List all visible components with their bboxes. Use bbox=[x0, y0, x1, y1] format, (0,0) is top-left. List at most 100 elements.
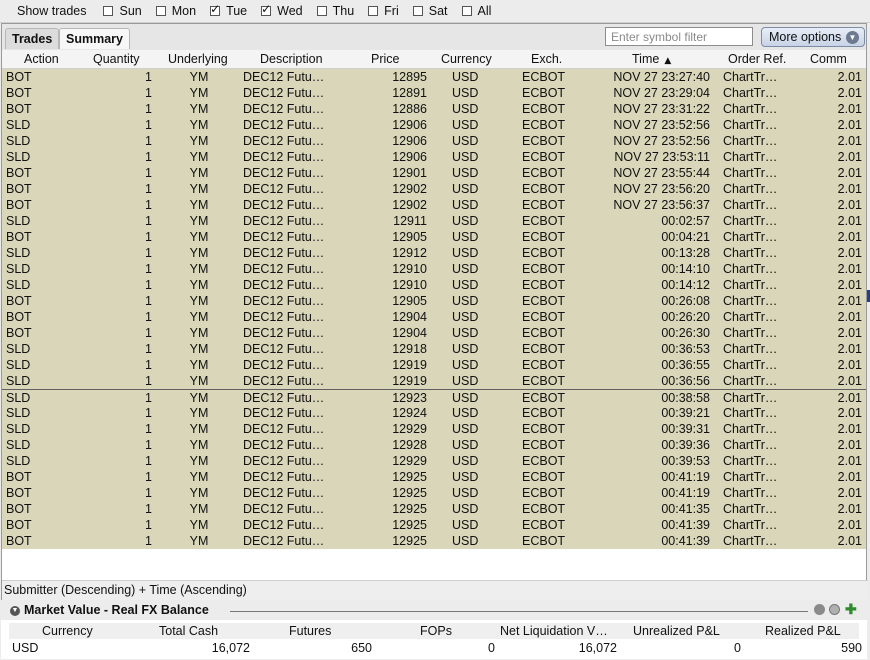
column-header-price[interactable]: Price bbox=[371, 52, 399, 66]
column-header-order-ref[interactable]: Order Ref. bbox=[728, 52, 786, 66]
table-row[interactable]: BOT 1 YM DEC12 Futu… 12895 USD ECBOT NOV 27 23:… bbox=[2, 69, 866, 85]
table-row[interactable]: SLD 1 YM DEC12 Futu… 12906 USD ECBOT NOV 27 23:… bbox=[2, 117, 866, 133]
table-row[interactable]: BOT 1 YM DEC12 Futu… 12925 USD ECBOT 00:41:35 Ch… bbox=[2, 501, 866, 517]
tab-summary[interactable]: Summary bbox=[59, 28, 130, 49]
cell-cur: USD bbox=[452, 70, 479, 84]
refresh-icon[interactable] bbox=[814, 604, 825, 615]
column-header-quantity[interactable]: Quantity bbox=[93, 52, 140, 66]
day-filter-thu[interactable]: Thu bbox=[316, 4, 354, 18]
settings-icon[interactable] bbox=[829, 604, 840, 615]
table-row[interactable]: BOT 1 YM DEC12 Futu… 12925 USD ECBOT 00:41:39 Ch… bbox=[2, 533, 866, 549]
cell-time: NOV 27 23:56:37 bbox=[613, 198, 710, 212]
table-row[interactable]: SLD 1 YM DEC12 Futu… 12906 USD ECBOT NOV 27 23:… bbox=[2, 149, 866, 165]
cell-time: NOV 27 23:52:56 bbox=[613, 134, 710, 148]
cell-exch: ECBOT bbox=[522, 70, 566, 84]
cell-qty: 1 bbox=[145, 470, 152, 484]
mv-column-header[interactable]: Net Liquidation V… bbox=[500, 624, 608, 638]
mv-column-header[interactable]: Realized P&L bbox=[765, 624, 841, 638]
table-row[interactable]: SLD 1 YM DEC12 Futu… 12906 USD ECBOT NOV 27 23:… bbox=[2, 133, 866, 149]
chevron-down-icon: ▼ bbox=[846, 31, 859, 44]
cell-action: BOT bbox=[6, 470, 32, 484]
day-filter-all[interactable]: All bbox=[461, 4, 491, 18]
checkbox-all[interactable] bbox=[461, 6, 472, 16]
mv-column-header[interactable]: Futures bbox=[289, 624, 331, 638]
column-header-exch[interactable]: Exch. bbox=[531, 52, 562, 66]
table-row[interactable]: SLD 1 YM DEC12 Futu… 12919 USD ECBOT 00:36:55 Ch… bbox=[2, 357, 866, 373]
add-icon[interactable]: ✚ bbox=[845, 602, 857, 616]
cell-desc: DEC12 Futu… bbox=[243, 534, 325, 548]
cell-exch: ECBOT bbox=[522, 358, 566, 372]
cell-und: YM bbox=[189, 102, 209, 116]
table-row[interactable]: SLD 1 YM DEC12 Futu… 12910 USD ECBOT 00:14:10 Ch… bbox=[2, 261, 866, 277]
table-row[interactable]: BOT 1 YM DEC12 Futu… 12902 USD ECBOT NOV 27 23:… bbox=[2, 181, 866, 197]
day-filter-fri[interactable]: Fri bbox=[368, 4, 399, 18]
cell-exch: ECBOT bbox=[522, 454, 566, 468]
checkbox-mon[interactable] bbox=[155, 6, 166, 16]
day-filter-sun[interactable]: Sun bbox=[103, 4, 142, 18]
mv-column-header[interactable]: FOPs bbox=[420, 624, 452, 638]
cell-action: BOT bbox=[6, 102, 32, 116]
cell-qty: 1 bbox=[145, 246, 152, 260]
table-row[interactable]: BOT 1 YM DEC12 Futu… 12904 USD ECBOT 00:26:20 Ch… bbox=[2, 309, 866, 325]
cell-exch: ECBOT bbox=[522, 278, 566, 292]
cell-action: BOT bbox=[6, 198, 32, 212]
checkbox-tue[interactable] bbox=[210, 2, 220, 16]
table-row[interactable]: BOT 1 YM DEC12 Futu… 12901 USD ECBOT NOV 27 23:… bbox=[2, 165, 866, 181]
table-row[interactable]: SLD 1 YM DEC12 Futu… 12910 USD ECBOT 00:14:12 Ch… bbox=[2, 277, 866, 293]
table-row[interactable]: SLD 1 YM DEC12 Futu… 12918 USD ECBOT 00:36:53 Ch… bbox=[2, 341, 866, 357]
mv-column-header[interactable]: Unrealized P&L bbox=[633, 624, 720, 638]
column-header-label: Comm bbox=[810, 52, 847, 66]
table-row[interactable]: SLD 1 YM DEC12 Futu… 12924 USD ECBOT 00:39:21 Ch… bbox=[2, 405, 866, 421]
mv-column-header[interactable]: Currency bbox=[42, 624, 93, 638]
column-header-comm[interactable]: Comm bbox=[810, 52, 847, 66]
tab-trades[interactable]: Trades bbox=[5, 28, 60, 49]
table-row[interactable]: BOT 1 YM DEC12 Futu… 12886 USD ECBOT NOV 27 23:… bbox=[2, 101, 866, 117]
table-row[interactable]: SLD 1 YM DEC12 Futu… 12929 USD ECBOT 00:39:31 Ch… bbox=[2, 421, 866, 437]
cell-desc: DEC12 Futu… bbox=[243, 102, 325, 116]
cell-price: 12910 bbox=[392, 262, 427, 276]
table-row[interactable]: BOT 1 YM DEC12 Futu… 12905 USD ECBOT 00:04:21 Ch… bbox=[2, 229, 866, 245]
checkbox-fri[interactable] bbox=[368, 6, 379, 16]
day-filter-sat[interactable]: Sat bbox=[412, 4, 448, 18]
table-row[interactable]: BOT 1 YM DEC12 Futu… 12902 USD ECBOT NOV 27 23:… bbox=[2, 197, 866, 213]
cell-action: SLD bbox=[6, 246, 31, 260]
day-filter-wed[interactable]: Wed bbox=[261, 2, 303, 18]
sort-up-icon: ▲ bbox=[664, 56, 672, 66]
checkbox-sat[interactable] bbox=[412, 6, 423, 16]
checkbox-thu[interactable] bbox=[316, 6, 327, 16]
table-row[interactable]: BOT 1 YM DEC12 Futu… 12925 USD ECBOT 00:41:19 Ch… bbox=[2, 469, 866, 485]
table-row[interactable]: BOT 1 YM DEC12 Futu… 12925 USD ECBOT 00:41:19 Ch… bbox=[2, 485, 866, 501]
table-row[interactable]: SLD 1 YM DEC12 Futu… 12919 USD ECBOT 00:36:56 Ch… bbox=[2, 373, 866, 389]
cell-time: 00:14:12 bbox=[661, 278, 710, 292]
checkbox-sun[interactable] bbox=[103, 6, 114, 16]
table-row[interactable]: BOT 1 YM DEC12 Futu… 12891 USD ECBOT NOV 27 23:… bbox=[2, 85, 866, 101]
column-header-underlying[interactable]: Underlying bbox=[168, 52, 228, 66]
checkbox-wed[interactable] bbox=[261, 2, 271, 16]
table-row[interactable]: SLD 1 YM DEC12 Futu… 12929 USD ECBOT 00:39:53 Ch… bbox=[2, 453, 866, 469]
cell-und: YM bbox=[189, 406, 209, 420]
mv-cell: 16,072 bbox=[578, 641, 617, 655]
cell-action: SLD bbox=[6, 342, 31, 356]
mv-column-header[interactable]: Total Cash bbox=[159, 624, 218, 638]
column-header-action[interactable]: Action bbox=[24, 52, 59, 66]
symbol-filter-input[interactable] bbox=[605, 27, 753, 46]
cell-ref: ChartTr… bbox=[723, 534, 778, 548]
collapse-icon[interactable]: ▼ bbox=[10, 606, 20, 616]
column-header-description[interactable]: Description bbox=[260, 52, 323, 66]
cell-desc: DEC12 Futu… bbox=[243, 310, 325, 324]
cell-comm: 2.01 bbox=[837, 342, 862, 356]
table-row[interactable]: SLD 1 YM DEC12 Futu… 12911 USD ECBOT 00:02:57 Ch… bbox=[2, 213, 866, 229]
table-row[interactable]: SLD 1 YM DEC12 Futu… 12923 USD ECBOT 00:38:58 Ch… bbox=[2, 389, 866, 405]
table-row[interactable]: BOT 1 YM DEC12 Futu… 12904 USD ECBOT 00:26:30 Ch… bbox=[2, 325, 866, 341]
cell-cur: USD bbox=[452, 518, 479, 532]
day-filter-tue[interactable]: Tue bbox=[210, 2, 247, 18]
table-row[interactable]: BOT 1 YM DEC12 Futu… 12905 USD ECBOT 00:26:08 Ch… bbox=[2, 293, 866, 309]
table-row[interactable]: SLD 1 YM DEC12 Futu… 12912 USD ECBOT 00:13:28 Ch… bbox=[2, 245, 866, 261]
more-options-button[interactable]: More options ▼ bbox=[761, 27, 865, 47]
table-row[interactable]: SLD 1 YM DEC12 Futu… 12928 USD ECBOT 00:39:36 Ch… bbox=[2, 437, 866, 453]
day-filter-mon[interactable]: Mon bbox=[155, 4, 196, 18]
cell-action: SLD bbox=[6, 358, 31, 372]
column-header-time[interactable]: Time ▲ bbox=[632, 52, 671, 66]
column-header-currency[interactable]: Currency bbox=[441, 52, 492, 66]
table-row[interactable]: BOT 1 YM DEC12 Futu… 12925 USD ECBOT 00:41:39 Ch… bbox=[2, 517, 866, 533]
